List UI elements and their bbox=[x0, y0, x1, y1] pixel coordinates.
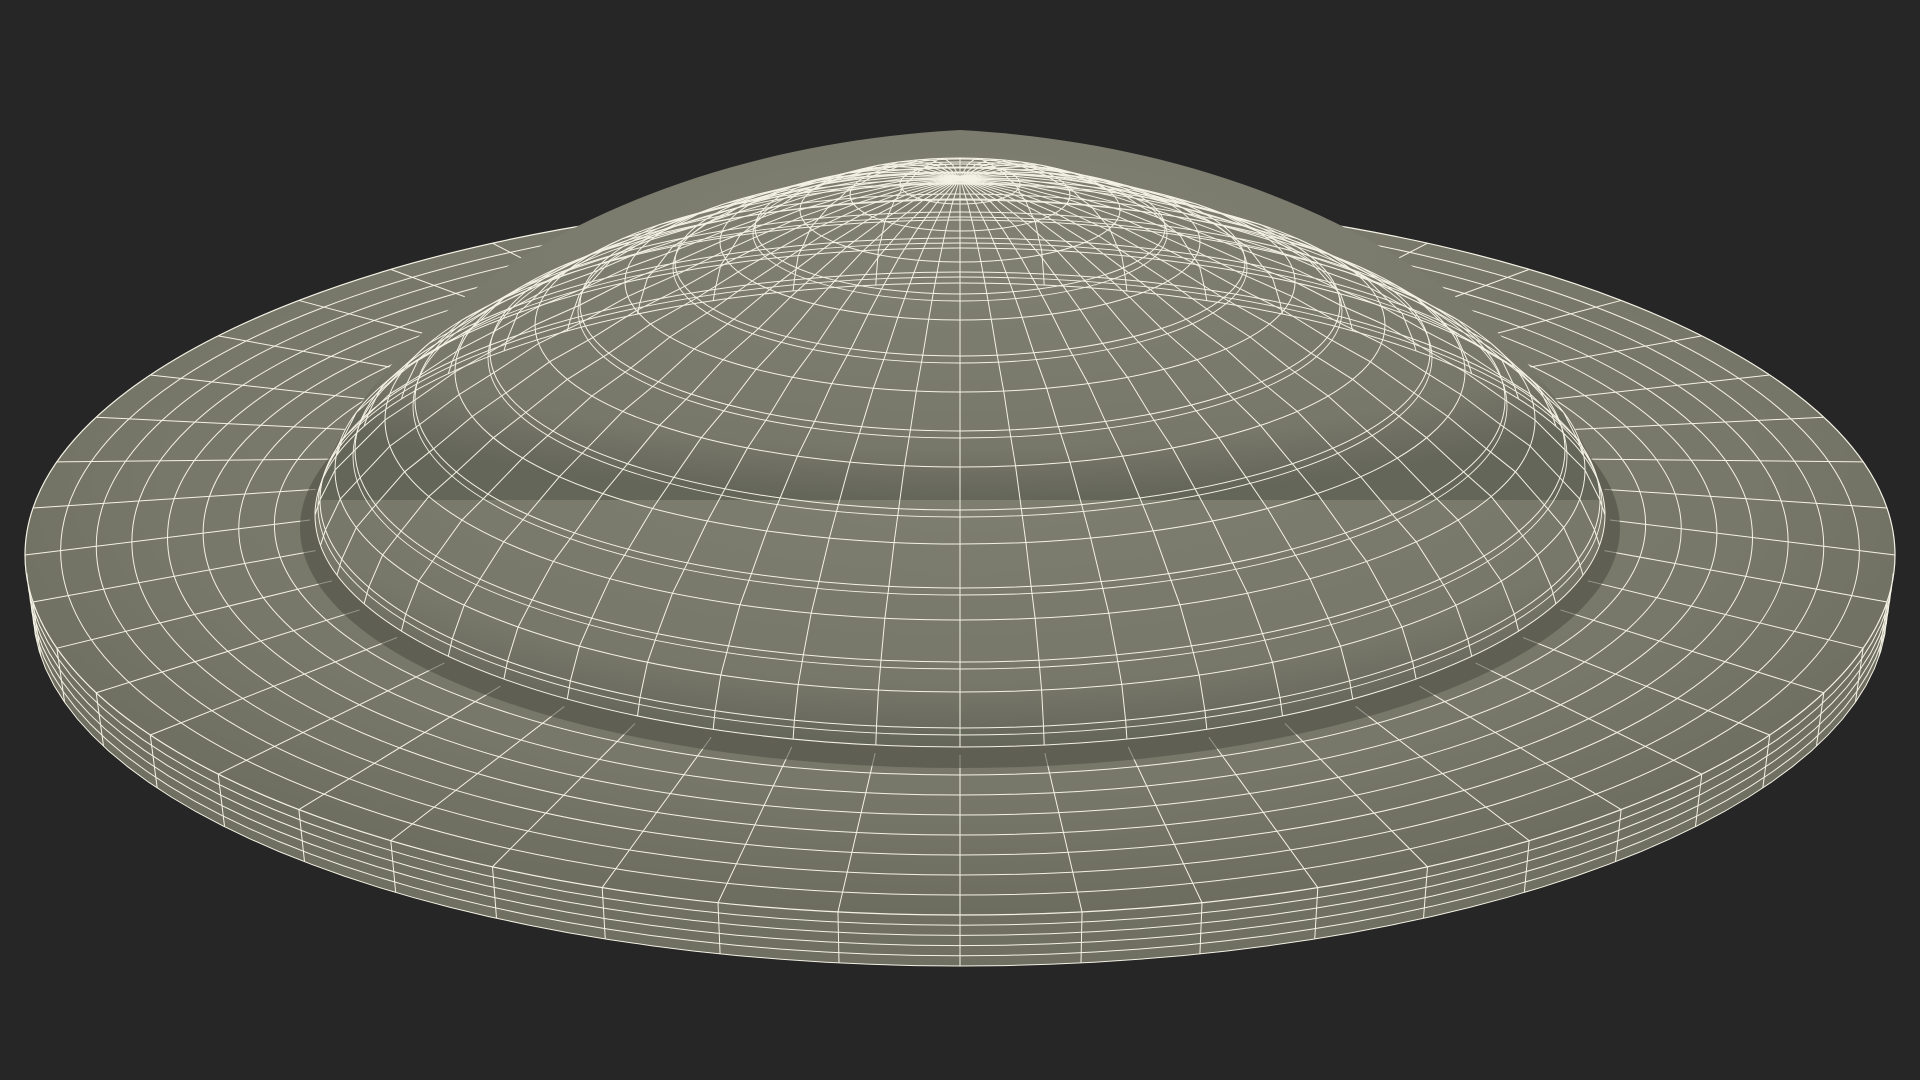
hat-mesh bbox=[24, 130, 1896, 967]
render-viewport bbox=[0, 0, 1920, 1080]
wireframe-hat-model bbox=[24, 130, 1896, 967]
